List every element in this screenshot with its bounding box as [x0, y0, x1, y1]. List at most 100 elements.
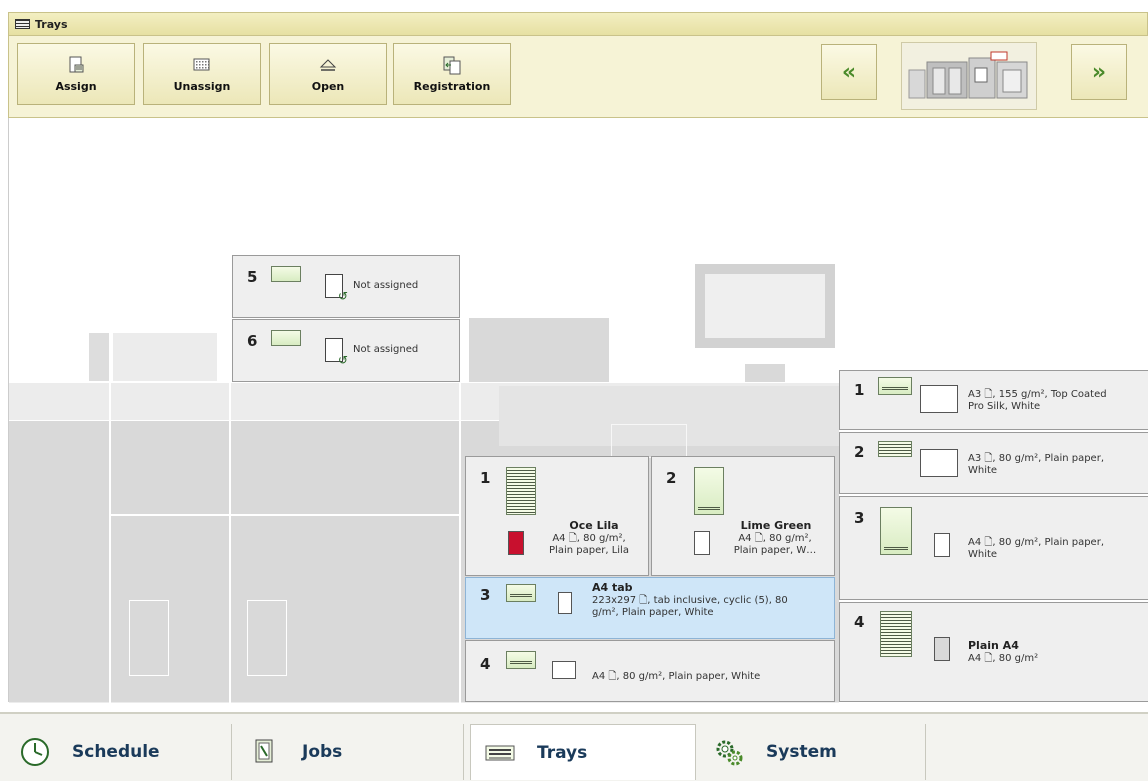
tray-number: 3 — [854, 509, 865, 527]
paper-stack-low-icon — [880, 507, 912, 555]
gears-icon — [714, 737, 744, 767]
media-desc-line1: A4 🗋, 80 g/m² — [968, 653, 1039, 664]
clock-icon — [20, 737, 50, 767]
tab-system-label: System — [766, 742, 837, 762]
paper-stack-low-icon — [694, 467, 724, 515]
assign-button[interactable]: Assign — [17, 43, 135, 105]
tab-media-icon — [558, 592, 572, 614]
tab-jobs[interactable]: Jobs — [236, 724, 464, 780]
window-title: Trays — [35, 17, 68, 31]
printer-overview-thumbnail[interactable] — [901, 42, 1037, 110]
tray-4-center[interactable]: 4 A4 🗋, 80 g/m², Plain paper, White — [465, 640, 835, 702]
trays-icon — [485, 738, 515, 768]
printer-diagram: 5 Not assigned 6 Not assigned 1 Oce Lila… — [8, 118, 1148, 703]
eject-icon — [317, 56, 339, 74]
chevron-left-icon: « — [841, 59, 857, 85]
panel-divider — [459, 383, 461, 703]
paper-stack-full-icon — [880, 611, 912, 657]
registration-button[interactable]: Registration — [393, 43, 511, 105]
paper-stack-full-icon — [506, 467, 536, 515]
next-button[interactable]: » — [1071, 44, 1127, 100]
media-color-swatch — [934, 637, 950, 661]
tray-1-right[interactable]: 1 A3 🗋, 155 g/m², Top Coated Pro Silk, W… — [839, 370, 1148, 430]
tab-jobs-label: Jobs — [302, 742, 343, 762]
tray-2-center[interactable]: 2 Lime Green A4 🗋, 80 g/m², Plain paper,… — [651, 456, 835, 576]
main-navigation: Schedule Jobs Trays System — [0, 712, 1148, 781]
media-color-swatch — [552, 661, 576, 679]
tab-system[interactable]: System — [700, 724, 926, 780]
paper-stack-low-icon — [506, 584, 536, 602]
media-desc: A4 🗋, 80 g/m², Plain paper, White — [592, 671, 761, 682]
display-stand — [745, 364, 785, 382]
tray-4-right[interactable]: 4 Plain A4 A4 🗋, 80 g/m² — [839, 602, 1148, 702]
tray-number: 1 — [854, 381, 865, 399]
media-desc-line1: 223x297 🗋, tab inclusive, cyclic (5), 80 — [592, 595, 788, 606]
not-assigned-icon — [325, 274, 348, 303]
assign-icon — [65, 56, 87, 74]
media-name: Oce Lila — [569, 519, 619, 532]
unassign-label: Unassign — [173, 79, 231, 93]
media-color-swatch — [694, 531, 710, 555]
media-name: A4 tab — [592, 581, 633, 594]
tray-status: Not assigned — [353, 344, 419, 355]
printer-top-part — [89, 333, 109, 381]
printer-top-part — [113, 333, 217, 381]
output-door — [611, 424, 687, 458]
media-desc-line2: White — [968, 465, 998, 476]
paper-stack-full-icon — [878, 441, 912, 457]
paper-stack-low-icon — [878, 377, 912, 395]
paper-stack-low-icon — [506, 651, 536, 669]
tray-6[interactable]: 6 Not assigned — [232, 319, 460, 382]
media-desc-line1: A4 🗋, 80 g/m², Plain paper, — [968, 537, 1105, 548]
tray-number: 2 — [854, 443, 865, 461]
tray-number: 1 — [480, 469, 491, 487]
media-color-swatch — [920, 385, 958, 413]
media-color-swatch — [508, 531, 524, 555]
trays-icon — [15, 19, 30, 29]
media-name: Lime Green — [740, 519, 812, 532]
tray-2-right[interactable]: 2 A3 🗋, 80 g/m², Plain paper, White — [839, 432, 1148, 494]
cabinet-door — [247, 600, 287, 676]
media-desc-line1: A4 🗋, 80 g/m², — [552, 533, 626, 544]
tray-number: 6 — [247, 332, 258, 350]
media-desc-line2: g/m², Plain paper, White — [592, 607, 714, 618]
tray-1-center[interactable]: 1 Oce Lila A4 🗋, 80 g/m², Plain paper, L… — [465, 456, 649, 576]
tray-5[interactable]: 5 Not assigned — [232, 255, 460, 318]
printer-icon — [908, 51, 1028, 99]
display-screen — [705, 274, 825, 338]
tray-status: Not assigned — [353, 280, 419, 291]
tray-number: 4 — [854, 613, 865, 631]
document-icon — [250, 737, 280, 767]
media-color-swatch — [920, 449, 958, 477]
tray-number: 3 — [480, 586, 491, 604]
media-desc-line2: Plain paper, W… — [733, 545, 817, 556]
media-desc-line1: A3 🗋, 80 g/m², Plain paper, — [968, 453, 1105, 464]
open-button[interactable]: Open — [269, 43, 387, 105]
not-assigned-icon — [325, 338, 348, 367]
feeder-unit — [469, 318, 609, 382]
tab-trays-label: Trays — [537, 742, 588, 763]
panel-divider — [109, 383, 111, 703]
paper-stack-icon — [271, 266, 301, 282]
tab-trays[interactable]: Trays — [470, 724, 696, 780]
tab-schedule[interactable]: Schedule — [6, 724, 232, 780]
media-desc-line2: White — [968, 549, 998, 560]
cabinet-door — [129, 600, 169, 676]
unassign-button[interactable]: Unassign — [143, 43, 261, 105]
window-titlebar: Trays — [8, 12, 1148, 36]
paper-stack-icon — [271, 330, 301, 346]
tray-number: 5 — [247, 268, 258, 286]
media-desc-line1: A3 🗋, 155 g/m², Top Coated — [968, 389, 1107, 400]
media-desc-line2: Plain paper, Lila — [549, 545, 629, 556]
panel-divider — [229, 383, 231, 703]
media-desc-line2: Pro Silk, White — [968, 401, 1041, 412]
media-desc-line1: A4 🗋, 80 g/m², — [738, 533, 812, 544]
toolbar: Assign Unassign Open Registration « » — [8, 36, 1148, 118]
tray-3-right[interactable]: 3 A4 🗋, 80 g/m², Plain paper, White — [839, 496, 1148, 600]
previous-button[interactable]: « — [821, 44, 877, 100]
tray-number: 2 — [666, 469, 677, 487]
registration-label: Registration — [413, 79, 491, 93]
tray-3-center[interactable]: 3 A4 tab 223x297 🗋, tab inclusive, cycli… — [465, 577, 835, 639]
assign-label: Assign — [55, 79, 97, 93]
unassign-icon — [191, 56, 213, 74]
